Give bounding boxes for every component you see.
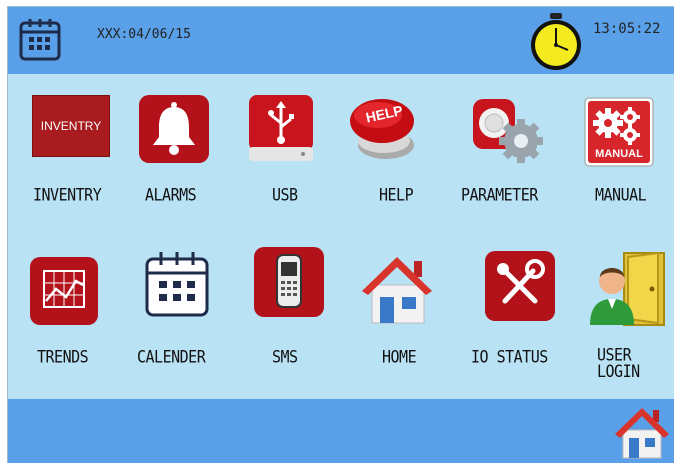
calendar-button[interactable] [19, 17, 61, 63]
alarm-bell-icon [137, 93, 211, 165]
tile-home[interactable]: HOME [348, 245, 453, 385]
trend-chart-icon [28, 255, 100, 327]
clock-icon [528, 13, 584, 71]
tile-parameter[interactable]: PARAMETER [453, 87, 563, 207]
tile-manual[interactable]: MANUAL MANUAL [568, 87, 674, 207]
tile-label-calender: CALENDER [137, 347, 206, 368]
tile-label-io-status: IO STATUS [471, 347, 548, 368]
tile-label-inventry: INVENTRY [33, 185, 102, 206]
hmi-screen: XXX:04/06/15 13:05:22 INVENTRY INVENTRY [7, 6, 674, 463]
tile-io-status[interactable]: IO STATUS [463, 245, 573, 385]
manual-gears-icon: MANUAL [584, 97, 654, 167]
tile-label-trends: TRENDS [37, 347, 89, 368]
parameter-gear-icon [469, 93, 545, 167]
tile-calender[interactable]: CALENDER [123, 245, 233, 385]
tile-label-manual: MANUAL [595, 185, 647, 206]
home-icon [358, 251, 436, 327]
calendar-icon [19, 19, 61, 61]
tile-label-user-login: USER LOGIN [597, 346, 640, 382]
tile-label-usb: USB [272, 185, 298, 206]
tile-user-login[interactable]: USER LOGIN [578, 245, 674, 385]
tile-trends[interactable]: TRENDS [8, 245, 123, 385]
home-icon [615, 408, 669, 459]
tile-label-alarms: ALARMS [145, 185, 197, 206]
tile-label-parameter: PARAMETER [461, 185, 538, 206]
tile-inventry[interactable]: INVENTRY INVENTRY [8, 87, 123, 207]
inventory-icon-text: INVENTRY [40, 119, 102, 133]
tile-help[interactable]: HELP HELP [338, 87, 448, 207]
help-button-icon: HELP [344, 91, 424, 167]
usb-icon [245, 93, 317, 165]
tile-label-user-login-line2: LOGIN [597, 361, 640, 382]
calendar-icon [143, 249, 211, 321]
tile-label-help: HELP [379, 185, 414, 206]
footer-bar [8, 399, 674, 463]
tile-label-home: HOME [382, 347, 417, 368]
tools-icon [483, 249, 557, 323]
inventory-icon: INVENTRY [32, 95, 110, 157]
manual-icon-text: MANUAL [595, 148, 643, 160]
footer-home-button[interactable] [613, 404, 671, 460]
header-bar: XXX:04/06/15 13:05:22 [8, 7, 674, 74]
tile-sms[interactable]: SMS [238, 245, 338, 385]
mobile-phone-icon [252, 245, 326, 319]
date-display: XXX:04/06/15 [97, 27, 191, 42]
tile-alarms[interactable]: ALARMS [123, 87, 228, 207]
user-login-door-icon [586, 247, 668, 329]
tile-label-sms: SMS [272, 347, 298, 368]
tile-usb[interactable]: USB [233, 87, 333, 207]
time-display: 13:05:22 [593, 21, 661, 37]
